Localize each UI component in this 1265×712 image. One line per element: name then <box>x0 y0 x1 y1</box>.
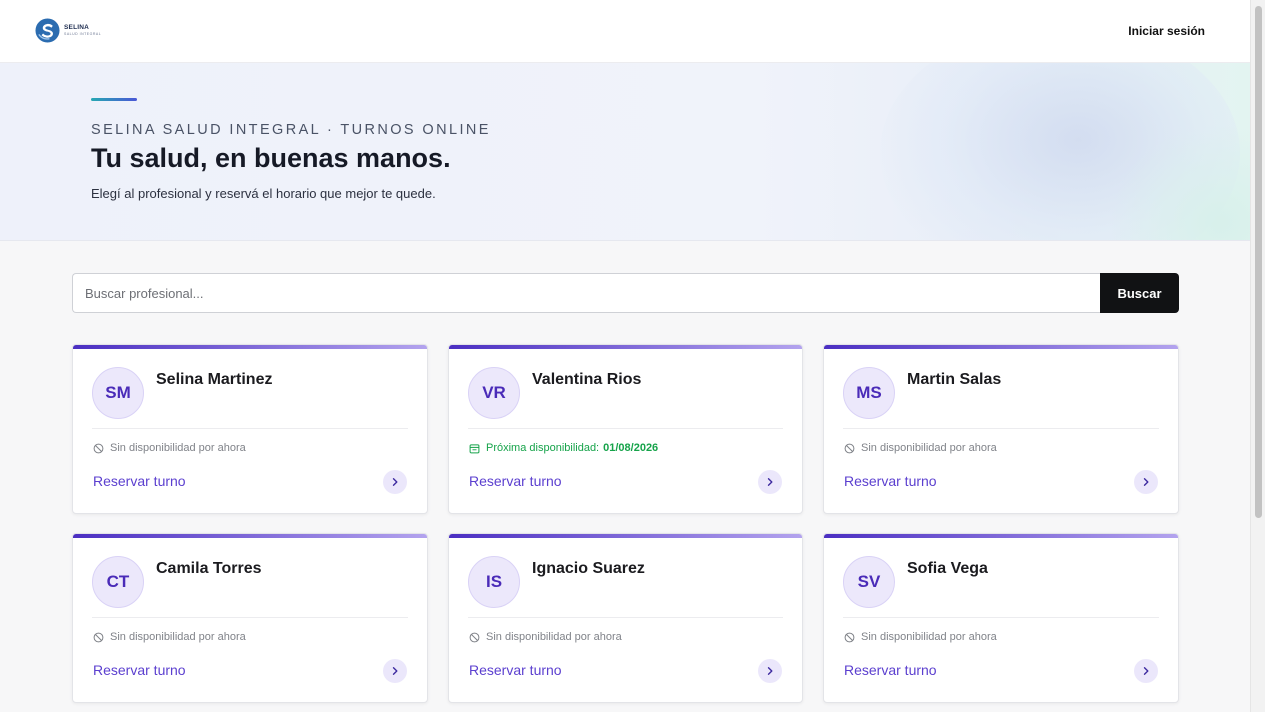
availability-status: Sin disponibilidad por ahora <box>844 631 997 643</box>
chevron-right-icon <box>1143 478 1149 486</box>
card-divider <box>92 428 408 429</box>
reserve-chevron-button[interactable] <box>1134 470 1158 494</box>
card-accent-bar <box>824 534 1178 538</box>
search-bar: Buscar <box>72 273 1179 313</box>
availability-text: Sin disponibilidad por ahora <box>861 442 997 454</box>
availability-status: Sin disponibilidad por ahora <box>93 442 246 454</box>
availability-text: Sin disponibilidad por ahora <box>486 631 622 643</box>
reserve-chevron-button[interactable] <box>758 470 782 494</box>
avatar: VR <box>468 367 520 419</box>
avatar-initials: IS <box>485 572 503 591</box>
professional-name: Selina Martinez <box>156 371 273 388</box>
card-divider <box>92 617 408 618</box>
avatar: SV <box>843 556 895 608</box>
card-accent-bar <box>73 534 427 538</box>
ban-icon <box>93 443 104 453</box>
avatar: SM <box>92 367 144 419</box>
hero-subtitle: Elegí al profesional y reservá el horari… <box>91 186 436 201</box>
search-button[interactable]: Buscar <box>1100 273 1179 313</box>
reserve-link[interactable]: Reservar turno <box>469 662 562 678</box>
ban-icon <box>844 443 855 453</box>
avatar-initials: MS <box>856 383 882 402</box>
page-scrollbar[interactable] <box>1250 0 1265 712</box>
hero-accent-bar <box>91 98 137 101</box>
calendar-icon <box>469 443 480 453</box>
ban-icon <box>844 632 855 642</box>
professional-card-sv: SV Sofia Vega Sin disponibilidad por aho… <box>823 533 1179 703</box>
hero-eyebrow: SELINA SALUD INTEGRAL · TURNOS ONLINE <box>91 122 491 138</box>
hero-banner: SELINA SALUD INTEGRAL · TURNOS ONLINE Tu… <box>0 63 1250 241</box>
hero-title: Tu salud, en buenas manos. <box>91 143 451 173</box>
availability-status: Sin disponibilidad por ahora <box>469 631 622 643</box>
avatar-initials: CT <box>106 572 130 591</box>
chevron-right-icon <box>767 667 773 675</box>
avatar-initials: SV <box>857 572 881 591</box>
availability-status: Sin disponibilidad por ahora <box>844 442 997 454</box>
professionals-grid: SM Selina Martinez Sin disponibilidad po… <box>72 344 1179 703</box>
top-navbar: SELINA SALUD INTEGRAL Iniciar sesión <box>0 0 1250 63</box>
card-accent-bar <box>73 345 427 349</box>
ban-icon <box>93 632 104 642</box>
chevron-right-icon <box>1143 667 1149 675</box>
search-input[interactable] <box>72 273 1100 313</box>
professional-name: Martin Salas <box>907 371 1002 388</box>
selina-logo-icon <box>35 18 60 43</box>
reserve-chevron-button[interactable] <box>383 659 407 683</box>
chevron-right-icon <box>392 667 398 675</box>
reserve-link[interactable]: Reservar turno <box>469 473 562 489</box>
availability-status: Sin disponibilidad por ahora <box>93 631 246 643</box>
reserve-link[interactable]: Reservar turno <box>93 473 186 489</box>
availability-text: Próxima disponibilidad: <box>486 442 600 454</box>
avatar-initials: SM <box>105 383 131 402</box>
availability-text: Sin disponibilidad por ahora <box>861 631 997 643</box>
professional-name: Ignacio Suarez <box>532 560 645 577</box>
professional-name: Valentina Rios <box>532 371 642 388</box>
card-accent-bar <box>824 345 1178 349</box>
brand-logo[interactable]: SELINA SALUD INTEGRAL <box>35 18 101 43</box>
avatar: MS <box>843 367 895 419</box>
chevron-right-icon <box>767 478 773 486</box>
professional-name: Sofia Vega <box>907 560 988 577</box>
avatar: IS <box>468 556 520 608</box>
card-divider <box>468 617 783 618</box>
brand-tagline: SALUD INTEGRAL <box>64 31 102 36</box>
card-divider <box>843 428 1159 429</box>
login-link[interactable]: Iniciar sesión <box>1128 24 1205 38</box>
avatar: CT <box>92 556 144 608</box>
reserve-chevron-button[interactable] <box>758 659 782 683</box>
professional-name: Camila Torres <box>156 560 262 577</box>
professional-card-ms: MS Martin Salas Sin disponibilidad por a… <box>823 344 1179 514</box>
card-accent-bar <box>449 534 802 538</box>
card-accent-bar <box>449 345 802 349</box>
reserve-link[interactable]: Reservar turno <box>844 473 937 489</box>
reserve-chevron-button[interactable] <box>1134 659 1158 683</box>
availability-date: 01/08/2026 <box>603 442 659 454</box>
reserve-link[interactable]: Reservar turno <box>93 662 186 678</box>
brand-name: SELINA <box>64 24 90 31</box>
availability-text: Sin disponibilidad por ahora <box>110 631 246 643</box>
professional-card-is: IS Ignacio Suarez Sin disponibilidad por… <box>448 533 803 703</box>
availability-status: Próxima disponibilidad: 01/08/2026 <box>469 442 658 454</box>
card-divider <box>843 617 1159 618</box>
chevron-right-icon <box>392 478 398 486</box>
professional-card-vr: VR Valentina Rios Próxima disponibilidad… <box>448 344 803 514</box>
ban-icon <box>469 632 480 642</box>
scrollbar-thumb[interactable] <box>1255 6 1262 518</box>
professional-card-ct: CT Camila Torres Sin disponibilidad por … <box>72 533 428 703</box>
avatar-initials: VR <box>482 383 506 402</box>
professional-card-sm: SM Selina Martinez Sin disponibilidad po… <box>72 344 428 514</box>
reserve-chevron-button[interactable] <box>383 470 407 494</box>
card-divider <box>468 428 783 429</box>
availability-text: Sin disponibilidad por ahora <box>110 442 246 454</box>
reserve-link[interactable]: Reservar turno <box>844 662 937 678</box>
